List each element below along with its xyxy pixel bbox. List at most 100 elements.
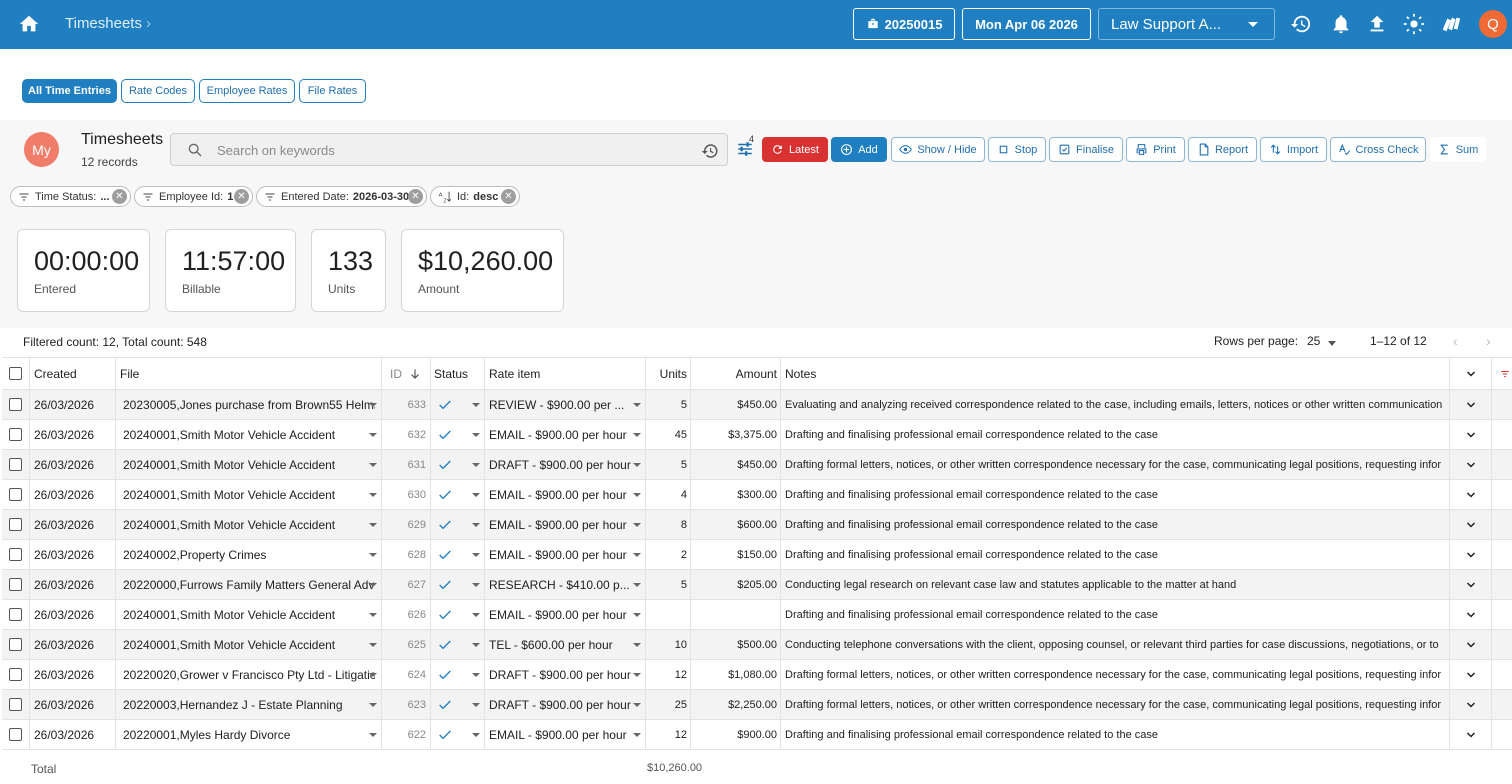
table-row[interactable]: 26/03/2026 20240002,Property Crimes 628 EMA… — [2, 540, 1512, 570]
search-input[interactable]: Search on keywords — [170, 133, 728, 166]
cell-status[interactable] — [431, 540, 485, 569]
cell-status[interactable] — [431, 630, 485, 659]
row-checkbox[interactable] — [9, 728, 22, 741]
history-icon[interactable] — [1290, 13, 1312, 35]
chevron-down-icon[interactable] — [1465, 549, 1477, 561]
filter-chip-entered-date[interactable]: Entered Date: 2026-03-30 ✕ — [256, 186, 427, 207]
cell-rate-item[interactable]: DRAFT - $900.00 per hour — [485, 690, 646, 719]
caret-down-icon[interactable] — [369, 493, 377, 497]
row-checkbox[interactable] — [9, 548, 22, 561]
caret-down-icon[interactable] — [369, 703, 377, 707]
caret-down-icon[interactable] — [472, 403, 480, 407]
row-checkbox[interactable] — [9, 698, 22, 711]
chevron-down-icon[interactable] — [1465, 669, 1477, 681]
cell-file[interactable]: 20240001,Smith Motor Vehicle Accident — [116, 420, 382, 449]
cell-rate-item[interactable]: REVIEW - $900.00 per ... — [485, 390, 646, 419]
chevron-down-icon[interactable] — [1465, 609, 1477, 621]
breadcrumb[interactable]: Timesheets — [65, 15, 142, 32]
cell-status[interactable] — [431, 390, 485, 419]
row-checkbox[interactable] — [9, 398, 22, 411]
tab-all-time-entries[interactable]: All Time Entries — [22, 79, 117, 103]
caret-down-icon[interactable] — [633, 403, 641, 407]
header-created[interactable]: Created — [30, 358, 116, 389]
chevron-down-icon[interactable] — [1465, 729, 1477, 741]
caret-down-icon[interactable] — [472, 493, 480, 497]
cell-status[interactable] — [431, 420, 485, 449]
tab-employee-rates[interactable]: Employee Rates — [199, 79, 295, 103]
restore-icon[interactable] — [701, 142, 719, 160]
filter-chip-sort-id[interactable]: AZ Id: desc ✕ — [430, 186, 520, 207]
row-checkbox[interactable] — [9, 608, 22, 621]
cell-file[interactable]: 20230005,Jones purchase from Brown55 Hel… — [116, 390, 382, 419]
caret-down-icon[interactable] — [633, 643, 641, 647]
upload-icon[interactable] — [1366, 13, 1388, 35]
cell-file[interactable]: 20220001,Myles Hardy Divorce — [116, 720, 382, 749]
caret-down-icon[interactable] — [472, 673, 480, 677]
cell-file[interactable]: 20240002,Property Crimes — [116, 540, 382, 569]
header-file[interactable]: File — [116, 358, 382, 389]
cell-status[interactable] — [431, 480, 485, 509]
header-id[interactable]: ID — [382, 358, 431, 389]
chevron-right-icon[interactable]: › — [1486, 333, 1491, 349]
caret-down-icon[interactable] — [369, 673, 377, 677]
table-row[interactable]: 26/03/2026 20240001,Smith Motor Vehicle A… — [2, 600, 1512, 630]
caret-down-icon[interactable] — [369, 523, 377, 527]
bell-icon[interactable] — [1330, 13, 1352, 35]
table-row[interactable]: 26/03/2026 20240001,Smith Motor Vehicle A… — [2, 420, 1512, 450]
close-icon[interactable]: ✕ — [408, 189, 423, 204]
header-units[interactable]: Units — [646, 358, 691, 389]
table-row[interactable]: 26/03/2026 20220001,Myles Hardy Divorce 62… — [2, 720, 1512, 750]
home-icon[interactable] — [18, 13, 40, 35]
caret-down-icon[interactable] — [369, 403, 377, 407]
table-row[interactable]: 26/03/2026 20230005,Jones purchase from B… — [2, 390, 1512, 420]
caret-down-icon[interactable] — [472, 583, 480, 587]
row-checkbox[interactable] — [9, 488, 22, 501]
finalise-button[interactable]: Finalise — [1049, 137, 1123, 162]
date-button[interactable]: Mon Apr 06 2026 — [962, 8, 1091, 40]
table-row[interactable]: 26/03/2026 20220000,Furrows Family Matter… — [2, 570, 1512, 600]
cell-file[interactable]: 20220003,Hernandez J - Estate Planning — [116, 690, 382, 719]
caret-down-icon[interactable] — [633, 733, 641, 737]
caret-down-icon[interactable] — [369, 463, 377, 467]
file-number-button[interactable]: 20250015 — [853, 8, 955, 40]
cell-rate-item[interactable]: RESEARCH - $410.00 p... — [485, 570, 646, 599]
cell-rate-item[interactable]: DRAFT - $900.00 per hour — [485, 660, 646, 689]
show-hide-button[interactable]: Show / Hide — [891, 137, 985, 162]
row-checkbox[interactable] — [9, 668, 22, 681]
caret-down-icon[interactable] — [369, 643, 377, 647]
caret-down-icon[interactable] — [369, 583, 377, 587]
header-rate-item[interactable]: Rate item — [485, 358, 646, 389]
firm-select[interactable]: Law Support A... — [1098, 8, 1275, 40]
caret-down-icon[interactable] — [472, 433, 480, 437]
close-icon[interactable]: ✕ — [501, 189, 516, 204]
caret-down-icon[interactable] — [633, 613, 641, 617]
table-row[interactable]: 26/03/2026 20240001,Smith Motor Vehicle A… — [2, 480, 1512, 510]
cell-rate-item[interactable]: EMAIL - $900.00 per hour — [485, 720, 646, 749]
chevron-down-icon[interactable] — [1465, 579, 1477, 591]
caret-down-icon[interactable] — [472, 613, 480, 617]
cell-file[interactable]: 20240001,Smith Motor Vehicle Accident — [116, 450, 382, 479]
table-row[interactable]: 26/03/2026 20240001,Smith Motor Vehicle A… — [2, 510, 1512, 540]
chevron-down-icon[interactable] — [1465, 489, 1477, 501]
cell-rate-item[interactable]: EMAIL - $900.00 per hour — [485, 480, 646, 509]
table-row[interactable]: 26/03/2026 20240001,Smith Motor Vehicle A… — [2, 450, 1512, 480]
cell-file[interactable]: 20240001,Smith Motor Vehicle Accident — [116, 600, 382, 629]
cell-status[interactable] — [431, 570, 485, 599]
row-checkbox[interactable] — [9, 578, 22, 591]
caret-down-icon[interactable] — [472, 553, 480, 557]
import-button[interactable]: Import — [1260, 137, 1327, 162]
cell-rate-item[interactable]: TEL - $600.00 per hour — [485, 630, 646, 659]
caret-down-icon[interactable] — [633, 493, 641, 497]
caret-down-icon[interactable] — [369, 553, 377, 557]
caret-down-icon[interactable] — [1328, 341, 1336, 346]
filter-chip-time-status[interactable]: Time Status:... ✕ — [10, 186, 131, 207]
tab-file-rates[interactable]: File Rates — [299, 79, 366, 103]
chevron-down-icon[interactable] — [1465, 519, 1477, 531]
cell-status[interactable] — [431, 450, 485, 479]
cell-status[interactable] — [431, 720, 485, 749]
caret-down-icon[interactable] — [633, 523, 641, 527]
cards-icon[interactable] — [1440, 13, 1462, 35]
latest-button[interactable]: Latest — [762, 137, 828, 162]
cell-status[interactable] — [431, 510, 485, 539]
caret-down-icon[interactable] — [633, 703, 641, 707]
